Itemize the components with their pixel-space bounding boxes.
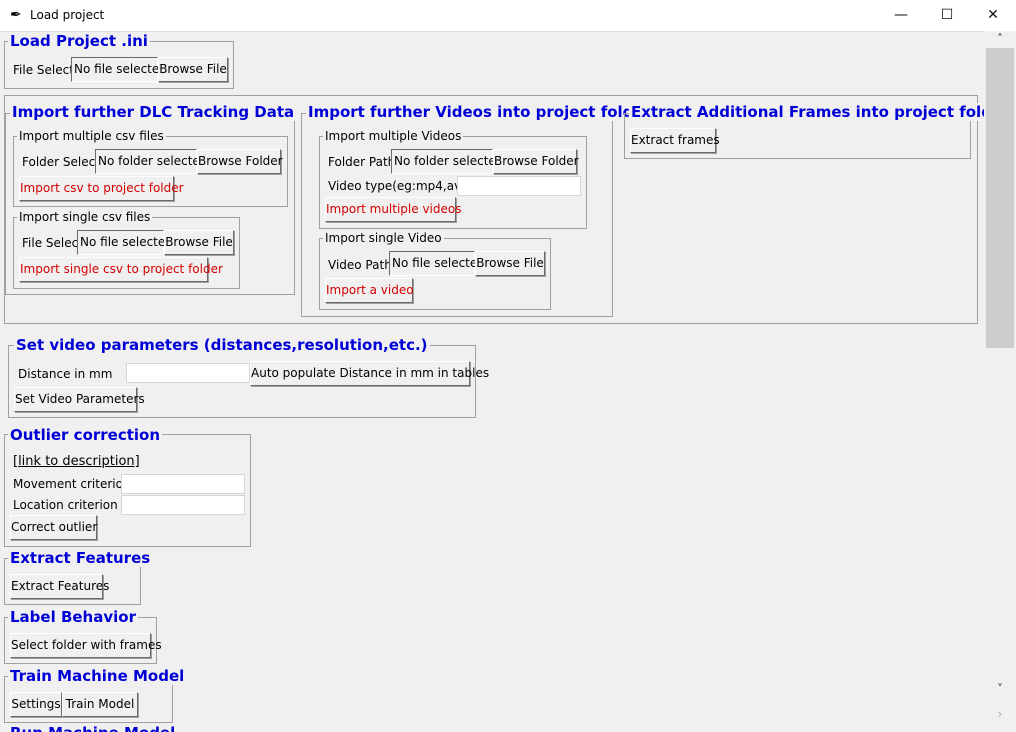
- csv-folder-display: No folder selected: [95, 149, 207, 174]
- folder-path-label: Folder Path: [328, 155, 396, 169]
- dlc-title: Import further DLC Tracking Data: [10, 103, 297, 121]
- vertical-scrollbar[interactable]: ˄ ˅ ›: [984, 31, 1016, 732]
- settings-button[interactable]: Settings: [10, 692, 62, 717]
- video-path-label: Video Path: [328, 258, 392, 272]
- minimize-button[interactable]: —: [878, 0, 924, 31]
- scroll-up-icon[interactable]: ˄: [984, 31, 1016, 47]
- browse-video-folder-button[interactable]: Browse Folder: [493, 149, 579, 174]
- video-folder-display: No folder selected: [391, 149, 503, 174]
- folder-select-label: Folder Select:: [22, 155, 104, 169]
- import-single-csv-title: Import single csv files: [17, 210, 153, 224]
- import-multi-csv-title: Import multiple csv files: [17, 129, 166, 143]
- extract-frames-button[interactable]: Extract frames: [630, 128, 720, 153]
- video-params-title: Set video parameters (distances,resoluti…: [14, 336, 430, 354]
- scroll-right-icon[interactable]: ›: [984, 706, 1016, 722]
- description-link[interactable]: [link to description]: [13, 454, 140, 469]
- title-bar: ✒ Load project — ☐ ✕: [0, 0, 1016, 32]
- close-button[interactable]: ✕: [970, 0, 1016, 31]
- distance-label: Distance in mm: [18, 367, 113, 381]
- scroll-down-icon[interactable]: ˅: [984, 681, 1016, 697]
- video-type-label: Video type(eg:mp4,avi):: [328, 179, 474, 193]
- train-title: Train Machine Model: [8, 667, 187, 685]
- extract-frames-title: Extract Additional Frames into project f…: [629, 103, 984, 121]
- feather-icon: ✒: [10, 7, 22, 23]
- maximize-button[interactable]: ☐: [924, 0, 970, 31]
- import-csv-button[interactable]: Import csv to project folder: [19, 176, 184, 201]
- select-frames-folder-button[interactable]: Select folder with frames: [10, 633, 162, 658]
- label-title: Label Behavior: [8, 608, 138, 626]
- window-title: Load project: [30, 8, 105, 22]
- videos-title: Import further Videos into project folde…: [306, 103, 653, 121]
- movement-label: Movement criterion: [13, 477, 131, 491]
- auto-populate-button[interactable]: Auto populate Distance in mm in tables: [250, 361, 489, 386]
- import-multi-videos-title: Import multiple Videos: [323, 129, 464, 143]
- run-title: Run Machine Model: [8, 724, 178, 732]
- main-content: Load Project .ini File Select: No file s…: [0, 31, 984, 732]
- set-video-parameters-button[interactable]: Set Video Parameters: [14, 387, 145, 412]
- import-video-button[interactable]: Import a video: [325, 278, 414, 303]
- browse-video-file-button[interactable]: Browse File: [475, 251, 545, 276]
- import-single-csv-button[interactable]: Import single csv to project folder: [19, 257, 223, 282]
- file-select-label: File Select:: [13, 63, 78, 77]
- browse-csv-folder-button[interactable]: Browse Folder: [197, 149, 283, 174]
- browse-csv-file-button[interactable]: Browse File: [164, 230, 234, 255]
- csv-file-select-label: File Select: [22, 236, 83, 250]
- location-label: Location criterion: [13, 498, 118, 512]
- movement-input[interactable]: [121, 474, 245, 494]
- location-input[interactable]: [121, 495, 245, 515]
- features-title: Extract Features: [8, 549, 153, 567]
- extract-features-button[interactable]: Extract Features: [10, 574, 109, 599]
- ini-file-display: No file selected: [71, 57, 167, 82]
- outlier-title: Outlier correction: [8, 426, 163, 444]
- browse-ini-button[interactable]: Browse File: [158, 57, 228, 82]
- load-project-title: Load Project .ini: [8, 32, 150, 50]
- import-single-video-title: Import single Video: [323, 231, 444, 245]
- train-model-button[interactable]: Train Model: [62, 692, 138, 717]
- correct-outlier-button[interactable]: Correct outlier: [10, 515, 97, 540]
- video-file-display: No file selected: [389, 251, 485, 276]
- video-type-input[interactable]: [457, 176, 581, 196]
- scroll-thumb[interactable]: [986, 48, 1014, 348]
- csv-file-display: No file selected: [77, 230, 173, 255]
- distance-input[interactable]: [126, 363, 250, 383]
- import-multiple-videos-button[interactable]: Import multiple videos: [325, 197, 462, 222]
